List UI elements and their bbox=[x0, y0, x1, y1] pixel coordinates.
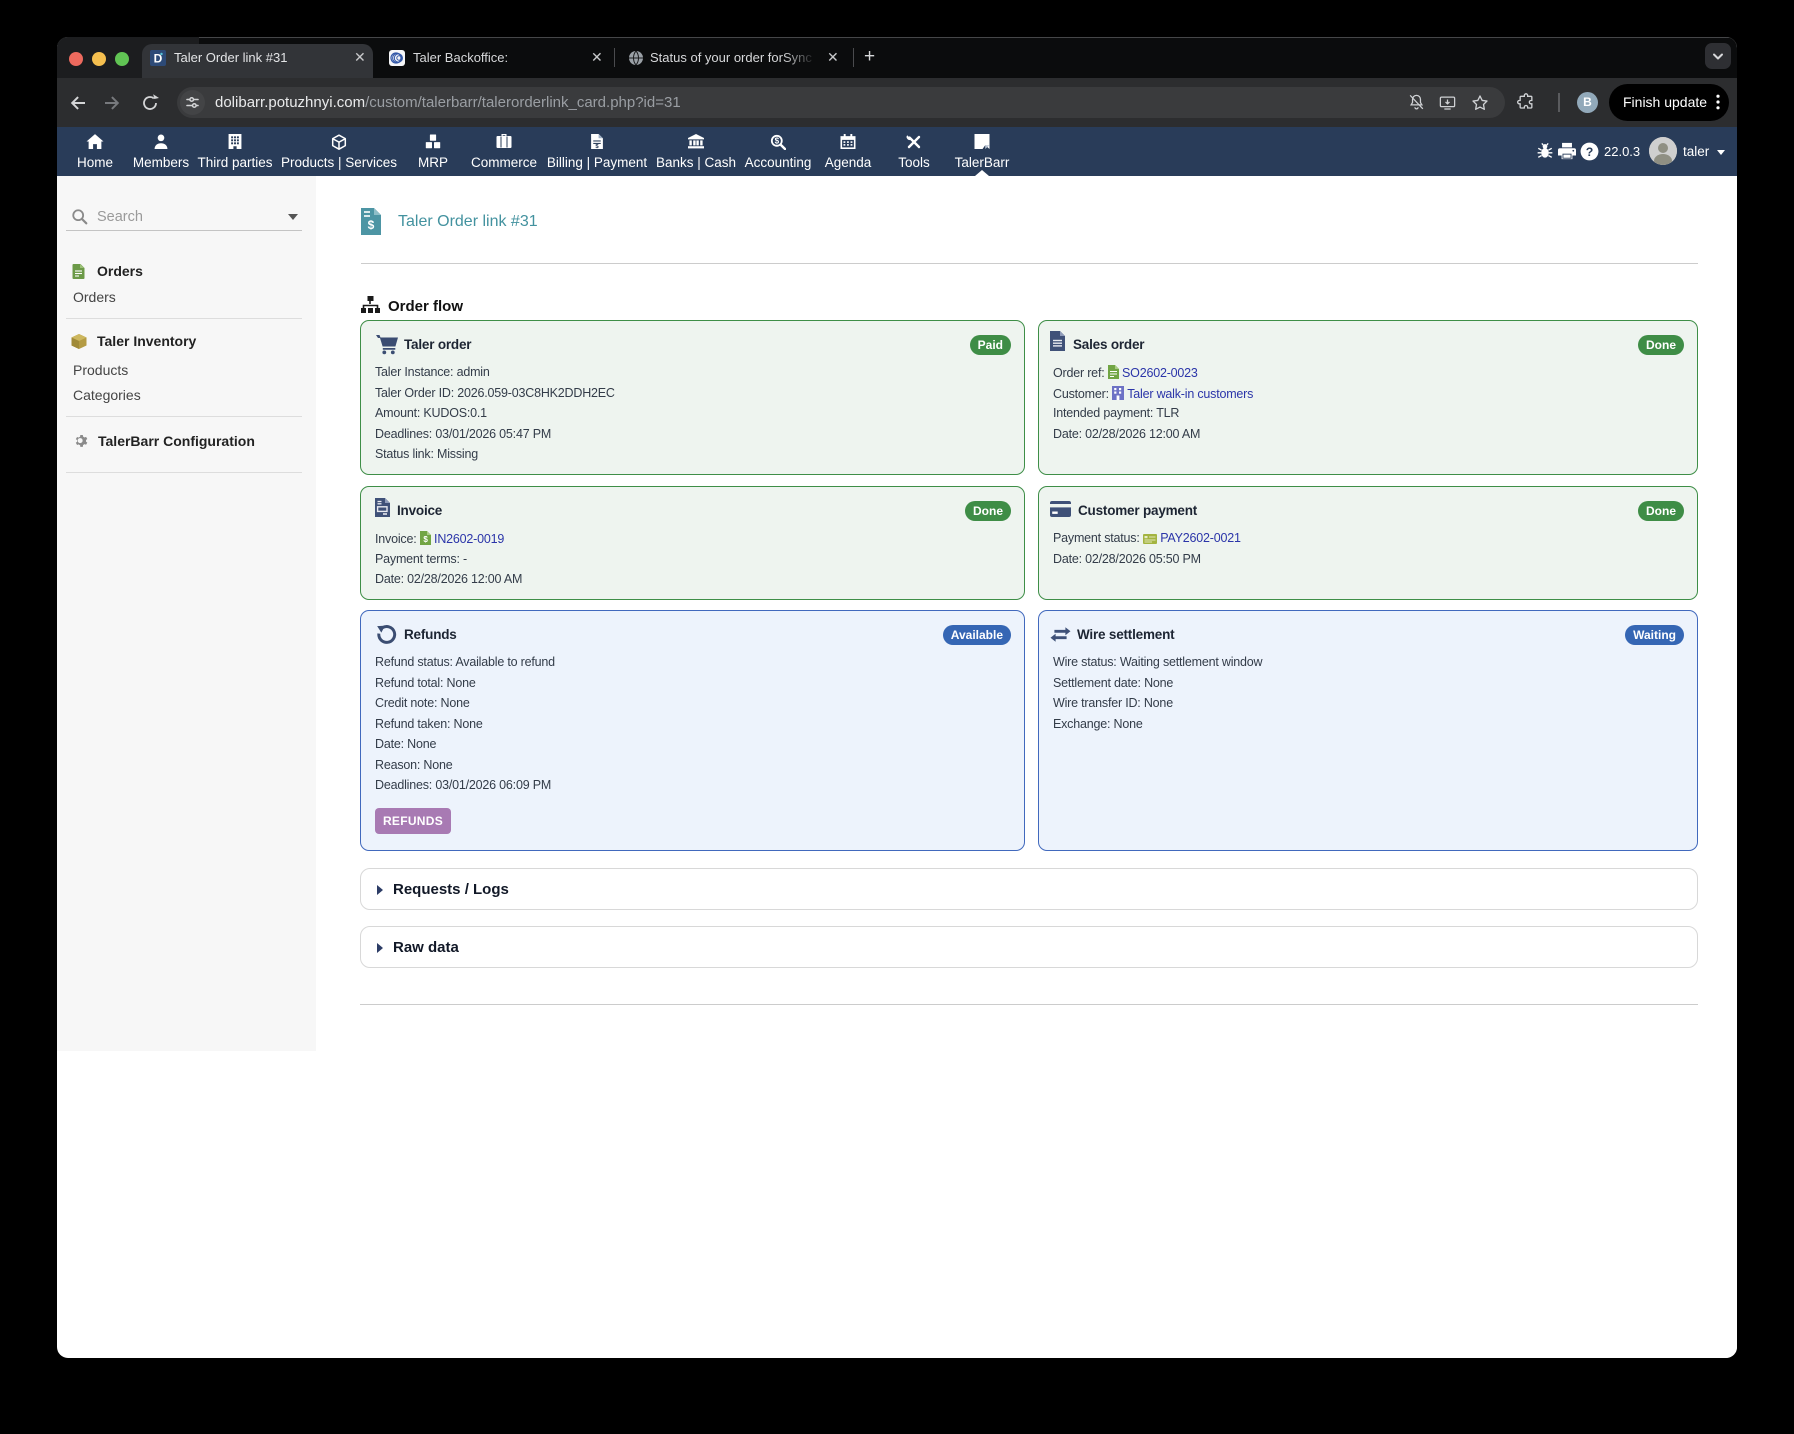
svg-text:$: $ bbox=[368, 218, 375, 232]
svg-text:?: ? bbox=[1586, 145, 1594, 159]
svg-text:$: $ bbox=[775, 137, 780, 146]
